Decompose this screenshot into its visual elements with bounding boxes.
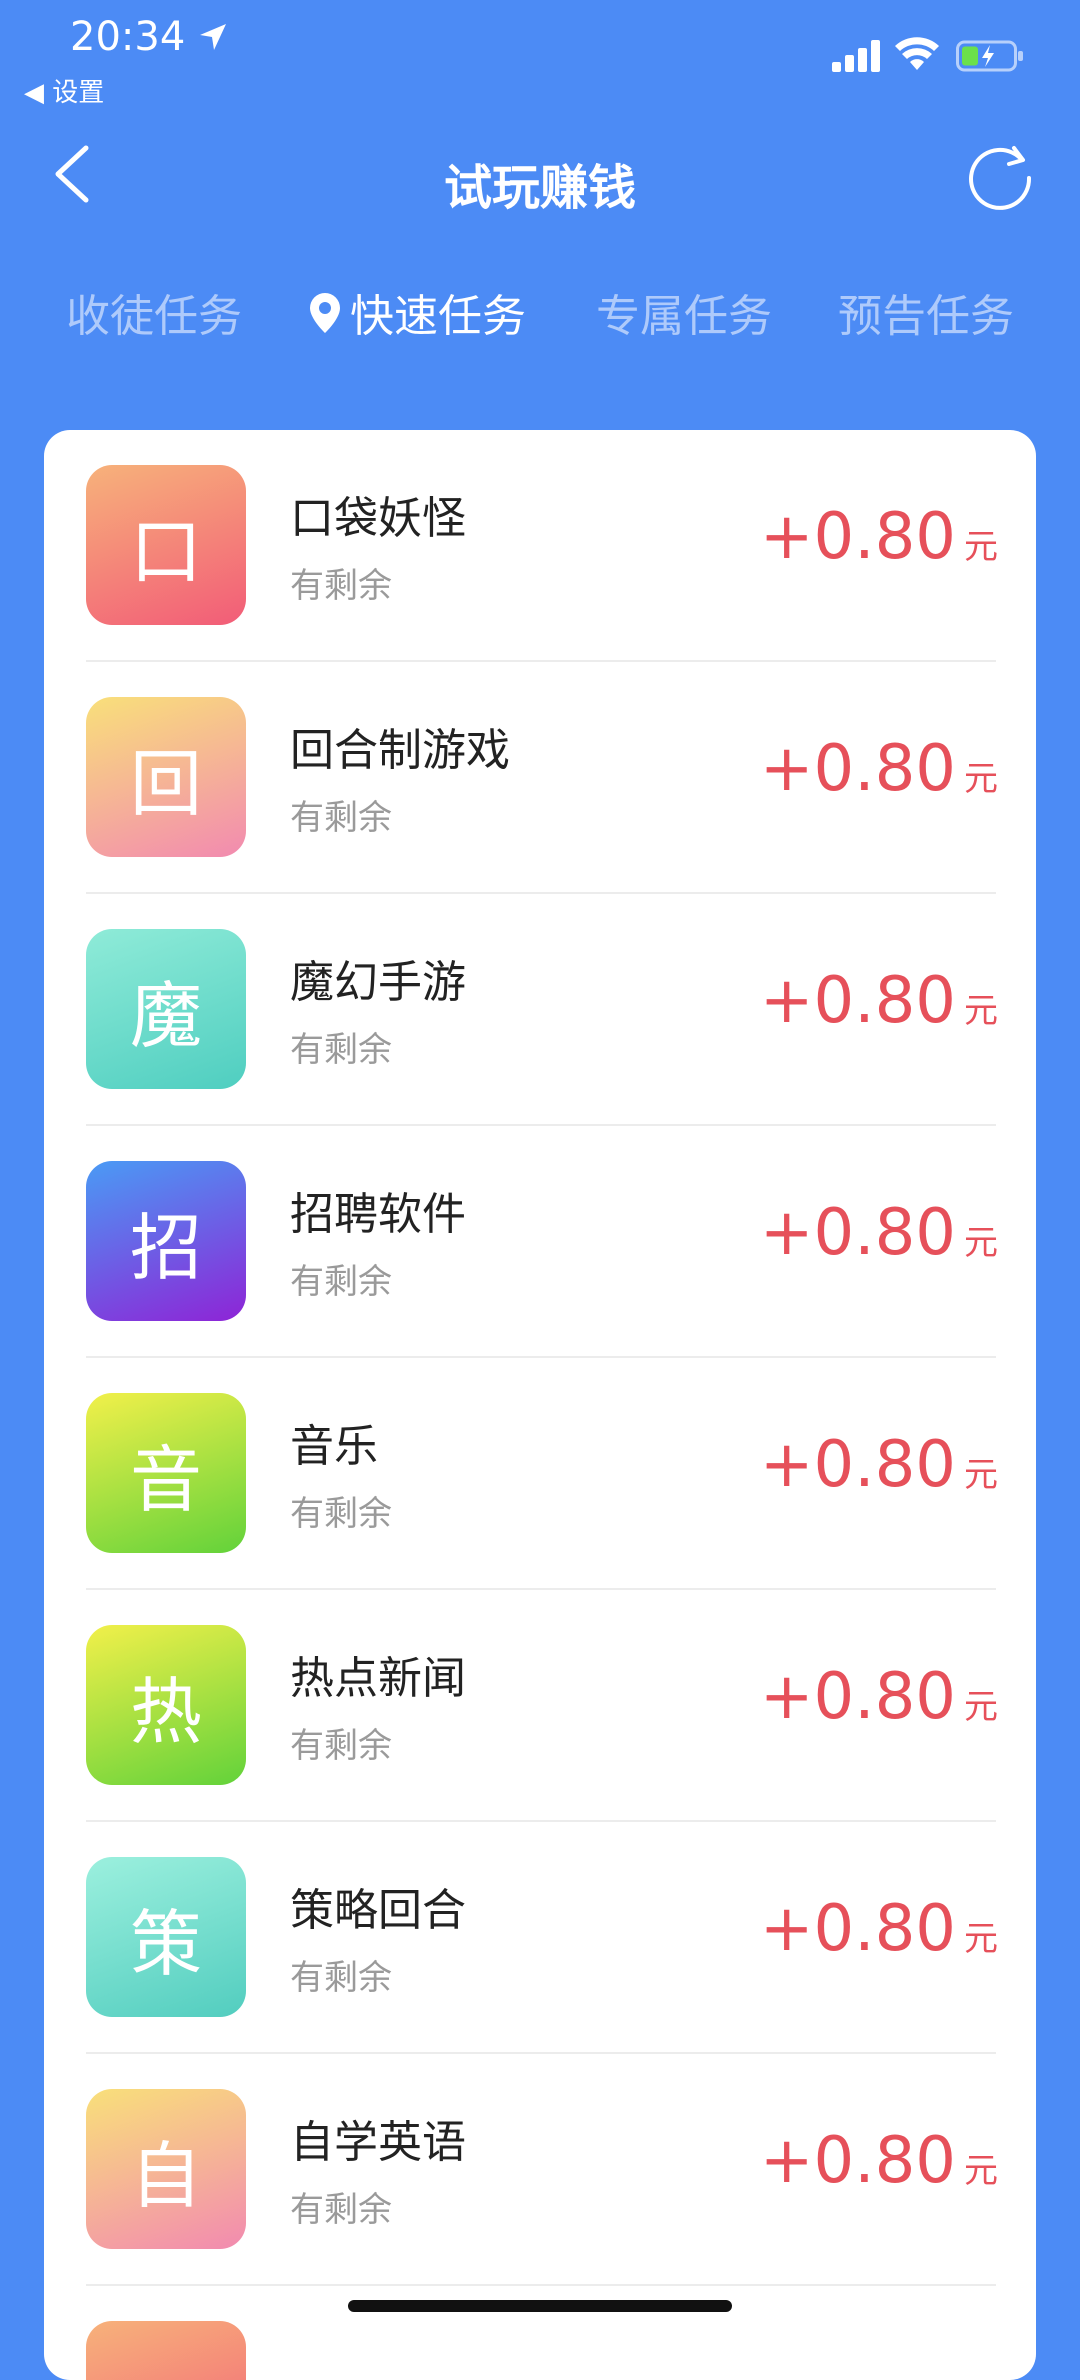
task-reward: +0.80 元 [760, 732, 998, 806]
task-reward: +0.80 元 [760, 1428, 998, 1502]
task-name: 口袋妖怪 [290, 493, 466, 544]
wifi-icon [895, 37, 939, 70]
task-row[interactable]: 热热点新闻有剩余 +0.80 元 [44, 1590, 1036, 1822]
task-availability: 有剩余 [290, 1494, 392, 1534]
task-row[interactable]: 招招聘软件有剩余 +0.80 元 [44, 1126, 1036, 1358]
reward-amount: +0.80 [759, 500, 956, 574]
task-availability: 有剩余 [290, 1262, 392, 1302]
task-name: 回合制游戏 [290, 725, 510, 776]
app-icon: 策 [86, 1857, 246, 2017]
task-reward: +0.80 元 [760, 1892, 998, 1966]
reward-amount: +0.80 [759, 1428, 956, 1502]
reward-unit: 元 [964, 2151, 998, 2191]
task-list-card: 口口袋妖怪 有剩余 +0.80 元回回合制游戏 有剩余 +0.80 元魔魔幻手游 有剩余 +0.… [44, 430, 1036, 2380]
app-icon [86, 2321, 246, 2380]
task-availability: 有剩余 [290, 1030, 392, 1070]
task-reward: +0.80 元 [760, 2124, 998, 2198]
task-reward: +0.80 元 [760, 500, 998, 574]
task-name: 热点新闻 [290, 1653, 466, 1704]
app-icon: 魔 [86, 929, 246, 1089]
location-pin-icon [310, 293, 340, 333]
cellular-signal-icon [832, 40, 880, 72]
reward-unit: 元 [964, 991, 998, 1031]
back-to-settings-link[interactable]: ◀ 设置 [24, 72, 104, 109]
reward-unit: 元 [964, 1687, 998, 1727]
reward-unit: 元 [964, 527, 998, 567]
app-icon: 自 [86, 2089, 246, 2249]
reward-amount: +0.80 [759, 1196, 956, 1270]
task-name: 自学英语 [290, 2117, 466, 2168]
reward-amount: +0.80 [759, 964, 956, 1038]
reward-amount: +0.80 [759, 1660, 956, 1734]
page-title: 试玩赚钱 [443, 160, 636, 216]
refresh-icon[interactable] [962, 140, 1038, 216]
tab-label: 预告任务 [838, 291, 1014, 342]
task-availability: 有剩余 [290, 2190, 392, 2230]
task-reward: +0.80 元 [760, 964, 998, 1038]
app-icon: 回 [86, 697, 246, 857]
tab-apprentice-tasks[interactable]: 收徒任务 [66, 280, 242, 344]
app-icon: 热 [86, 1625, 246, 1785]
reward-unit: 元 [964, 1455, 998, 1495]
app-icon: 口 [86, 465, 246, 625]
task-name: 音乐 [290, 1421, 378, 1472]
reward-unit: 元 [964, 1919, 998, 1959]
task-name: 魔幻手游 [290, 957, 466, 1008]
task-availability: 有剩余 [290, 1958, 392, 1998]
status-time: 20:34 [70, 14, 186, 60]
home-indicator[interactable] [348, 2300, 732, 2312]
app-icon: 音 [86, 1393, 246, 1553]
tab-quick-tasks[interactable]: 快速任务 [308, 280, 526, 344]
app-icon: 招 [86, 1161, 246, 1321]
task-row[interactable]: 自自学英语有剩余 +0.80 元 [44, 2054, 1036, 2286]
task-availability: 有剩余 [290, 1726, 392, 1766]
tab-exclusive-tasks[interactable]: 专属任务 [596, 280, 772, 344]
reward-amount: +0.80 [759, 732, 956, 806]
task-row[interactable]: 策策略回合有剩余 +0.80 元 [44, 1822, 1036, 2054]
reward-unit: 元 [964, 759, 998, 799]
task-reward: +0.80 元 [760, 1196, 998, 1270]
reward-unit: 元 [964, 1223, 998, 1263]
task-name: 策略回合 [290, 1885, 466, 1936]
task-availability: 有剩余 [290, 566, 392, 606]
tab-upcoming-tasks[interactable]: 预告任务 [838, 280, 1014, 344]
task-tabs: 收徒任务 快速任务 专属任务 预告任务 [0, 280, 1080, 342]
task-row[interactable]: 魔魔幻手游有剩余 +0.80 元 [44, 894, 1036, 1126]
battery-charging-icon [956, 40, 1023, 72]
task-row[interactable]: 回回合制游戏有剩余 +0.80 元 [44, 662, 1036, 894]
location-arrow-icon [200, 24, 226, 50]
reward-amount: +0.80 [759, 1892, 956, 1966]
tab-label: 收徒任务 [66, 291, 242, 342]
tab-label: 专属任务 [596, 291, 772, 342]
row-divider [86, 2284, 996, 2286]
tab-label: 快速任务 [350, 291, 526, 342]
task-reward: +0.80 元 [760, 1660, 998, 1734]
task-row[interactable]: 口口袋妖怪有剩余 +0.80 元 [44, 430, 1036, 662]
task-availability: 有剩余 [290, 798, 392, 838]
task-row[interactable]: 音音乐有剩余 +0.80 元 [44, 1358, 1036, 1590]
reward-amount: +0.80 [759, 2124, 956, 2198]
task-name: 招聘软件 [290, 1189, 466, 1240]
